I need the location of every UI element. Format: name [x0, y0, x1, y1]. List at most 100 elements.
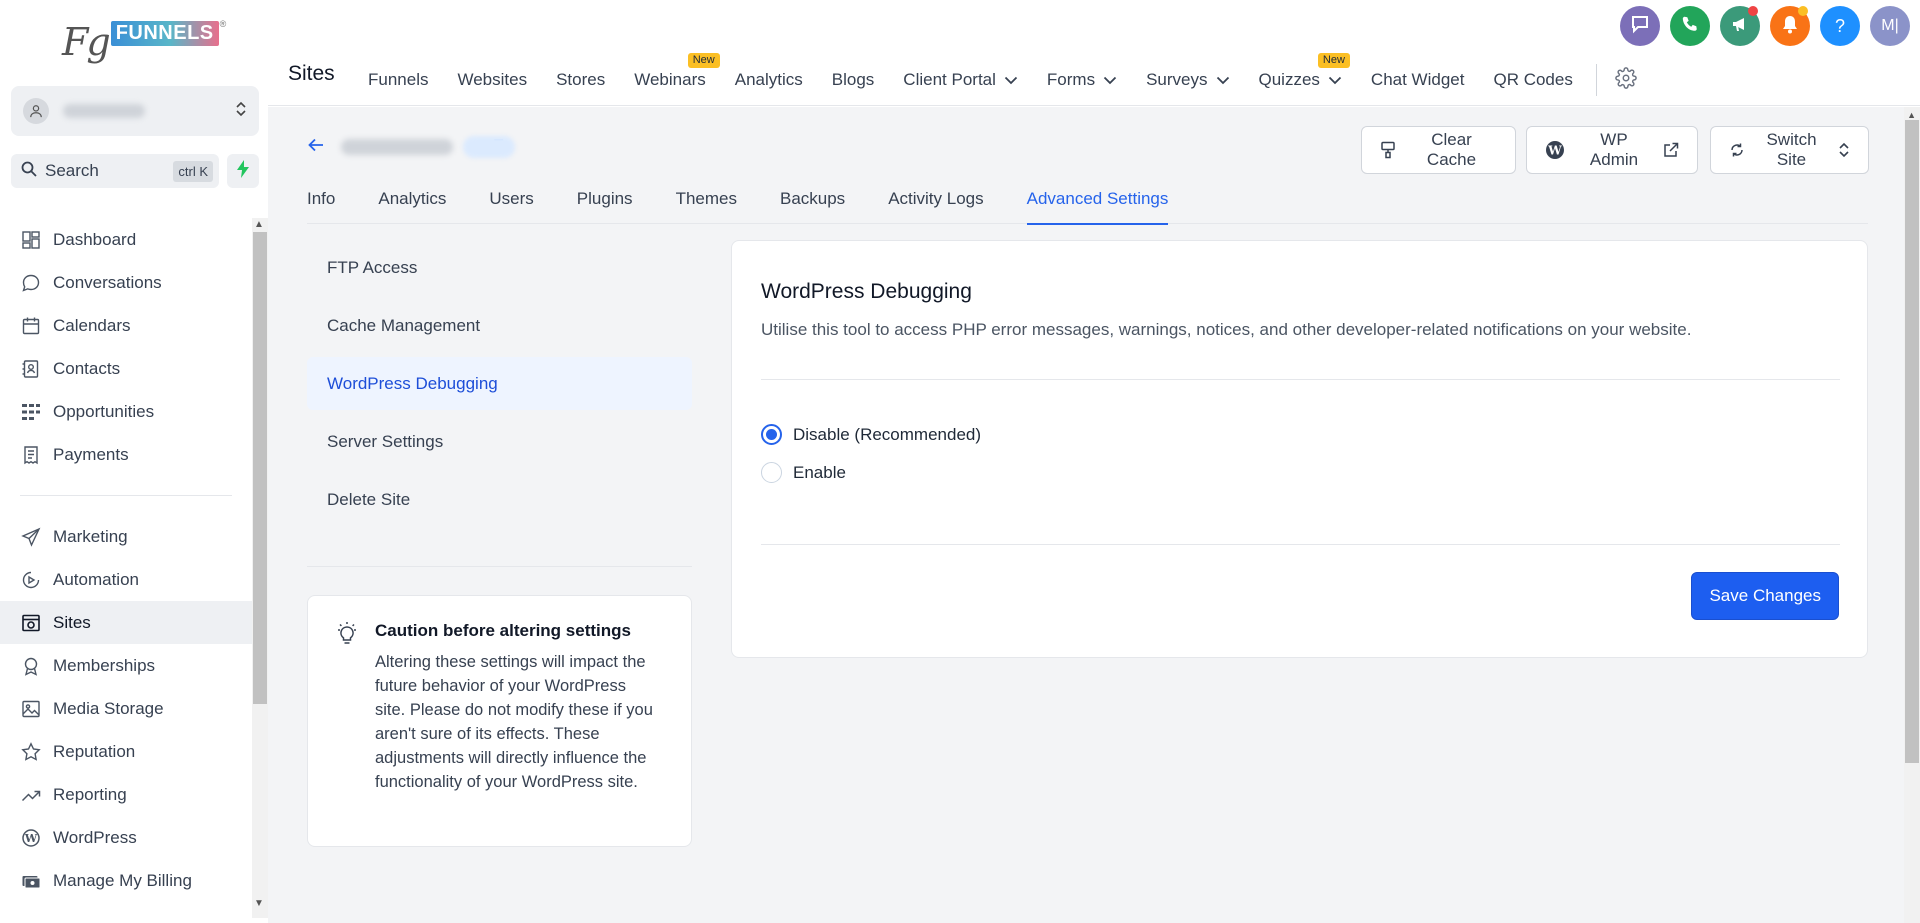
sidebar-item-sites[interactable]: Sites: [0, 601, 252, 644]
sidebar-item-label: Memberships: [53, 655, 156, 675]
sidebar-item-payments[interactable]: Payments: [0, 433, 252, 476]
page-scroll-up-icon[interactable]: ▲: [1907, 110, 1916, 120]
nav-link-chat-widget[interactable]: Chat Widget: [1371, 70, 1465, 90]
chat-bubble-icon: [20, 272, 42, 294]
tab-info[interactable]: Info: [307, 189, 335, 224]
notification-dot: [1798, 6, 1808, 16]
phone-button[interactable]: [1670, 6, 1710, 46]
sidebar-item-dashboard[interactable]: Dashboard: [0, 218, 252, 261]
tab-backups[interactable]: Backups: [780, 189, 845, 224]
announcements-button[interactable]: [1720, 6, 1760, 46]
tab-advanced-settings[interactable]: Advanced Settings: [1026, 189, 1168, 225]
nav-link-forms[interactable]: Forms: [1047, 70, 1117, 90]
settings-gear-icon[interactable]: [1615, 66, 1637, 94]
sidebar-item-label: Marketing: [53, 526, 128, 546]
sidebar-item-opportunities[interactable]: Opportunities: [0, 390, 252, 433]
sidebar-item-contacts[interactable]: Contacts: [0, 347, 252, 390]
scroll-up-icon[interactable]: ▲: [254, 219, 264, 230]
subnav-wordpress-debugging[interactable]: WordPress Debugging: [307, 357, 692, 410]
user-avatar[interactable]: M|: [1870, 6, 1910, 46]
nav-link-webinars[interactable]: Webinars New: [634, 53, 720, 90]
sidebar-item-label: Payments: [53, 444, 129, 464]
award-icon: [20, 655, 42, 677]
logo-prefix: Fg: [62, 20, 111, 64]
subnav-delete-site[interactable]: Delete Site: [307, 473, 692, 526]
nav-link-client-portal[interactable]: Client Portal: [903, 70, 1018, 90]
sidebar-scrollbar-thumb[interactable]: [253, 232, 267, 704]
radio-disable[interactable]: [761, 424, 782, 445]
switch-site-label: Switch Site: [1766, 130, 1817, 169]
sidebar-item-automation[interactable]: Automation: [0, 558, 252, 601]
back-arrow-icon[interactable]: [307, 137, 325, 158]
panel-divider: [761, 544, 1840, 545]
sites-icon: [20, 612, 42, 634]
sidebar-item-wordpress[interactable]: W WordPress: [0, 816, 252, 859]
subnav-ftp-access[interactable]: FTP Access: [307, 241, 692, 294]
sidebar-item-memberships[interactable]: Memberships: [0, 644, 252, 687]
sidebar-item-manage-my-billing[interactable]: Manage My Billing: [0, 859, 252, 902]
tab-themes[interactable]: Themes: [676, 189, 737, 224]
option-enable[interactable]: Enable: [761, 462, 846, 483]
sidebar-item-reporting[interactable]: Reporting: [0, 773, 252, 816]
option-disable[interactable]: Disable (Recommended): [761, 424, 981, 445]
save-changes-button[interactable]: Save Changes: [1691, 572, 1839, 620]
sidebar-item-calendars[interactable]: Calendars: [0, 304, 252, 347]
chat-support-button[interactable]: [1620, 6, 1660, 46]
clear-cache-button[interactable]: Clear Cache: [1361, 126, 1516, 174]
radio-enable[interactable]: [761, 462, 782, 483]
quick-actions-button[interactable]: [227, 154, 259, 188]
nav-link-funnels[interactable]: Funnels: [368, 70, 428, 90]
sidebar-item-conversations[interactable]: Conversations: [0, 261, 252, 304]
site-tabs: Info Analytics Users Plugins Themes Back…: [307, 189, 1868, 225]
account-avatar-icon: [23, 98, 49, 124]
trend-icon: [20, 784, 42, 806]
nav-divider: [1595, 64, 1597, 96]
tab-users[interactable]: Users: [489, 189, 533, 224]
nav-link-qr-codes[interactable]: QR Codes: [1493, 70, 1572, 90]
site-header: [307, 136, 515, 158]
notification-dot: [1748, 6, 1758, 16]
switch-site-button[interactable]: Switch Site: [1710, 126, 1869, 174]
nav-link-analytics[interactable]: Analytics: [735, 70, 803, 90]
calendar-icon: [20, 315, 42, 337]
refresh-icon: [1729, 142, 1745, 158]
nav-link-stores[interactable]: Stores: [556, 70, 605, 90]
scroll-down-icon[interactable]: ▼: [254, 898, 264, 909]
wp-admin-button[interactable]: W WP Admin: [1526, 126, 1698, 174]
site-domain-redacted: [463, 136, 515, 158]
subnav-server-settings[interactable]: Server Settings: [307, 415, 692, 468]
subnav-cache-management[interactable]: Cache Management: [307, 299, 692, 352]
nav-link-label: QR Codes: [1493, 70, 1573, 89]
sidebar-item-label: Conversations: [53, 272, 162, 292]
account-switcher[interactable]: [11, 86, 259, 136]
nav-link-surveys[interactable]: Surveys: [1146, 70, 1229, 90]
brand-logo[interactable]: Fg FUNNELS ®: [62, 16, 226, 68]
nav-link-label: Surveys: [1146, 70, 1208, 89]
sidebar-item-marketing[interactable]: Marketing: [0, 515, 252, 558]
sidebar-item-media-storage[interactable]: Media Storage: [0, 687, 252, 730]
nav-link-websites[interactable]: Websites: [457, 70, 527, 90]
wp-admin-label: WP Admin: [1589, 130, 1639, 169]
automation-icon: [20, 569, 42, 591]
notifications-button[interactable]: [1770, 6, 1810, 46]
nav-link-blogs[interactable]: Blogs: [832, 70, 875, 90]
sidebar-item-reputation[interactable]: Reputation: [0, 730, 252, 773]
sidebar-item-label: Contacts: [53, 358, 121, 378]
tab-plugins[interactable]: Plugins: [577, 189, 633, 224]
help-button[interactable]: ?: [1820, 6, 1860, 46]
wordpress-debugging-panel: WordPress Debugging Utilise this tool to…: [731, 240, 1868, 658]
nav-link-label: Analytics: [734, 70, 803, 89]
nav-link-quizzes[interactable]: Quizzes New: [1259, 53, 1350, 90]
megaphone-icon: [1730, 14, 1750, 39]
page-scrollbar-thumb[interactable]: [1905, 120, 1919, 763]
sidebar-item-label: WordPress: [53, 827, 137, 847]
tab-activity-logs[interactable]: Activity Logs: [888, 189, 983, 224]
new-badge: New: [1317, 53, 1350, 68]
chat-icon: [1630, 14, 1650, 39]
sidebar-nav: Dashboard Conversations Calendars Contac…: [0, 218, 252, 902]
nav-link-label: Client Portal: [903, 70, 996, 89]
caution-title: Caution before altering settings: [375, 621, 631, 640]
sidebar-search[interactable]: Search ctrl K: [11, 154, 219, 188]
tab-analytics[interactable]: Analytics: [378, 189, 446, 224]
option-disable-label: Disable (Recommended): [793, 424, 982, 444]
